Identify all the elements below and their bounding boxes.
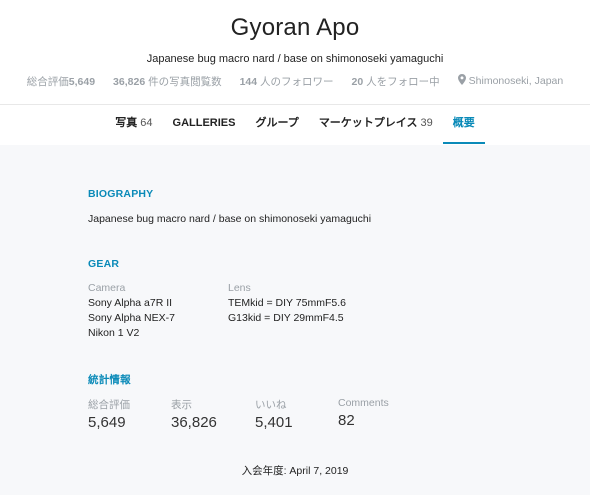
stat-value: 36,826 <box>171 414 217 431</box>
biography-text: Japanese bug macro nard / base on shimon… <box>88 213 372 225</box>
views-stat: 36,826 件の写真閲覧数 <box>113 74 222 89</box>
joined-date: 入会年度: April 7, 2019 <box>241 465 349 477</box>
tab-photos-count: 64 <box>140 117 153 129</box>
following-label: 人をフォロー中 <box>363 76 440 88</box>
gear-lenses: Lens TEMkid = DIY 75mmF5.6 G13kid = DIY … <box>228 281 346 326</box>
lens-item[interactable]: TEMkid = DIY 75mmF5.6 <box>228 296 346 311</box>
tab-groups[interactable]: グループ <box>245 105 308 145</box>
stat-label: いいね <box>255 399 287 411</box>
about-panel: BIOGRAPHY Japanese bug macro nard / base… <box>0 145 590 495</box>
views-value: 36,826 <box>113 76 146 88</box>
tab-groups-label: グループ <box>255 117 299 129</box>
statistics-title: 統計情報 <box>88 374 131 386</box>
map-pin-icon <box>457 74 466 85</box>
stat-likes: いいね 5,401 <box>255 399 293 431</box>
tab-about-label: 概要 <box>452 117 475 129</box>
tab-about[interactable]: 概要 <box>442 105 485 145</box>
tab-marketplace-count: 39 <box>420 117 433 129</box>
lens-item[interactable]: G13kid = DIY 29mmF4.5 <box>228 311 346 326</box>
stat-label: 表示 <box>171 399 192 411</box>
tab-galleries[interactable]: GALLERIES <box>163 105 246 145</box>
rating-label: 総合評価 <box>26 76 69 88</box>
profile-stats: 総合評価5,649 36,826 件の写真閲覧数 144 人のフォロワー 20 … <box>0 74 590 89</box>
stat-views: 表示 36,826 <box>171 399 217 431</box>
camera-label: Camera <box>88 282 126 294</box>
following-stat[interactable]: 20 人をフォロー中 <box>352 74 440 89</box>
tab-marketplace-label: マーケットプレイス <box>318 117 418 129</box>
stat-comments: Comments 82 <box>338 397 389 429</box>
camera-item[interactable]: Nikon 1 V2 <box>88 326 175 341</box>
profile-header: Gyoran Apo Japanese bug macro nard / bas… <box>0 0 590 145</box>
stat-value: 5,649 <box>88 414 126 431</box>
followers-label: 人のフォロワー <box>257 76 334 88</box>
stat-value: 5,401 <box>255 414 293 431</box>
gear-cameras: Camera Sony Alpha a7R II Sony Alpha NEX-… <box>88 281 175 341</box>
tab-galleries-label: GALLERIES <box>172 117 236 129</box>
stat-rating: 総合評価 5,649 <box>88 399 130 431</box>
tab-photos-label: 写真 <box>115 117 138 129</box>
lens-label: Lens <box>228 282 251 294</box>
followers-value: 144 <box>239 76 258 88</box>
tab-marketplace[interactable]: マーケットプレイス 39 <box>309 105 443 145</box>
rating-stat: 総合評価5,649 <box>27 74 95 89</box>
profile-name: Gyoran Apo <box>230 14 360 41</box>
profile-tabs: 写真 64 GALLERIES グループ マーケットプレイス 39 概要 <box>0 104 590 145</box>
stat-label: Comments <box>338 397 389 409</box>
stat-label: 総合評価 <box>88 399 130 411</box>
views-label: 件の写真閲覧数 <box>145 76 222 88</box>
rating-value: 5,649 <box>68 76 96 88</box>
location-text: Shimonoseki, Japan <box>468 75 564 87</box>
gear-title: GEAR <box>88 258 120 270</box>
camera-item[interactable]: Sony Alpha a7R II <box>88 296 175 311</box>
following-value: 20 <box>351 76 364 88</box>
profile-tagline: Japanese bug macro nard / base on shimon… <box>146 53 444 65</box>
camera-item[interactable]: Sony Alpha NEX-7 <box>88 311 175 326</box>
tab-photos[interactable]: 写真 64 <box>105 105 162 145</box>
location: Shimonoseki, Japan <box>457 74 564 89</box>
stat-value: 82 <box>338 412 355 429</box>
biography-title: BIOGRAPHY <box>88 188 154 200</box>
followers-stat[interactable]: 144 人のフォロワー <box>240 74 334 89</box>
